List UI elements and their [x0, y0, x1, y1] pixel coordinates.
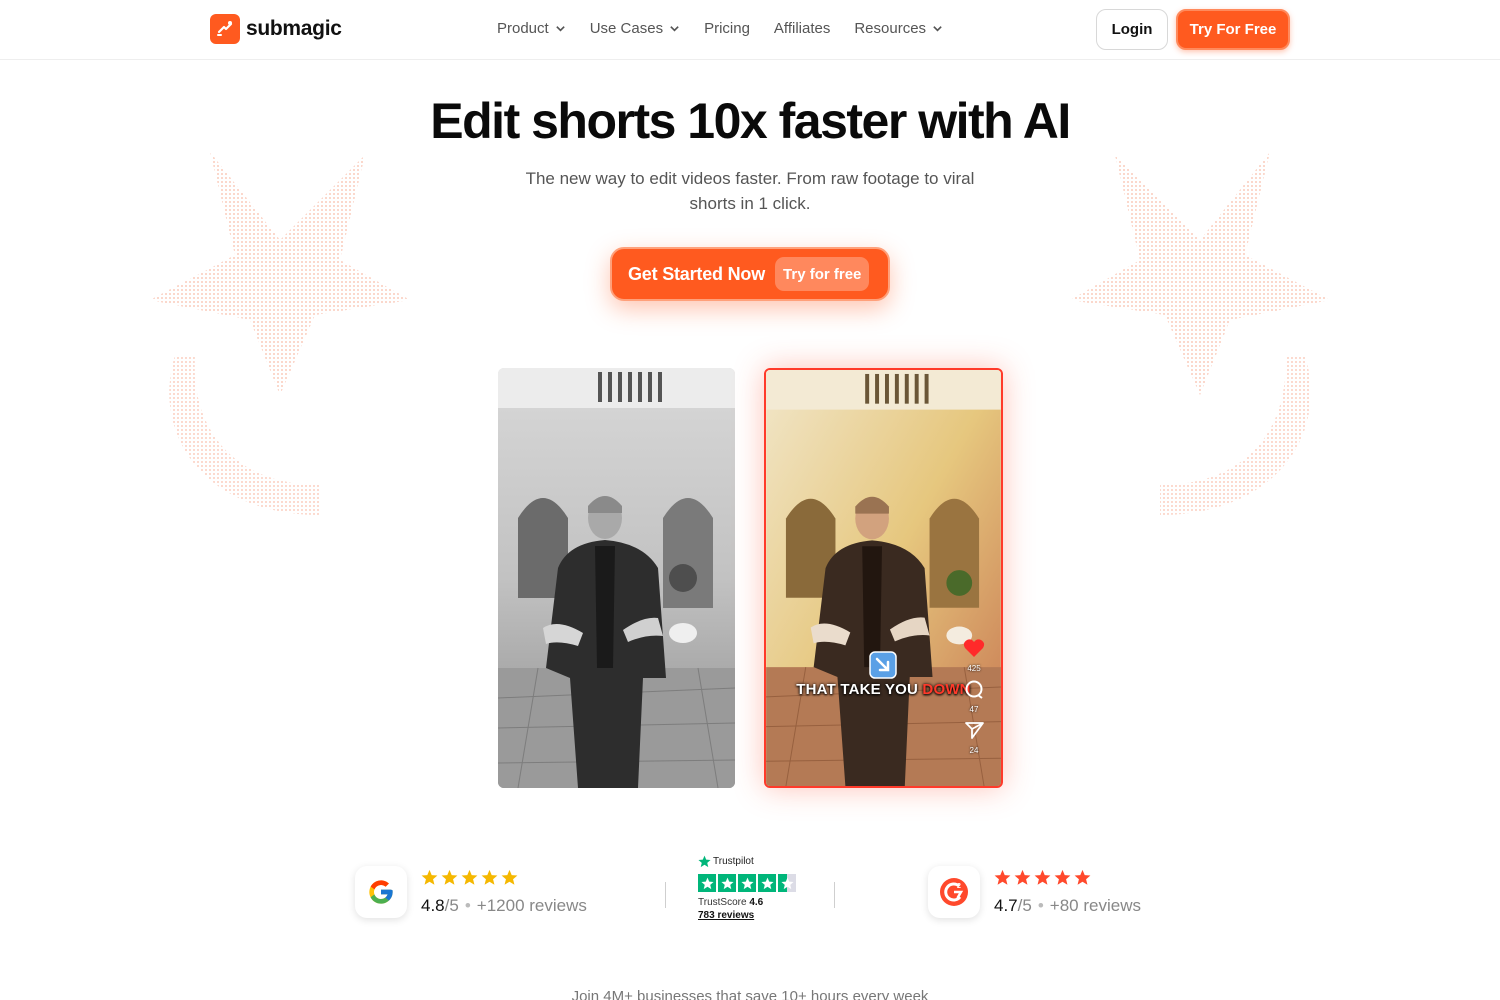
trustpilot-star-icon [698, 855, 711, 868]
edited-video-preview[interactable]: THAT TAKE YOU DOWN 425 47 24 [764, 368, 1003, 788]
top-navbar: submagic Product Use Cases Pricing Affil… [0, 0, 1500, 60]
hero-subtitle: The new way to edit videos faster. From … [525, 169, 975, 213]
nav-links: Product Use Cases Pricing Affiliates Res… [497, 20, 967, 37]
trust-score-label: TrustScore [698, 897, 747, 908]
google-rating-line: 4.8/5 • +1200 reviews [421, 895, 587, 915]
star-icon [760, 877, 774, 889]
chevron-down-icon [670, 26, 679, 32]
divider [834, 882, 835, 908]
g2-review-count: +80 reviews [1049, 895, 1141, 915]
heart-icon[interactable] [963, 638, 985, 658]
star-icon [501, 869, 518, 885]
star-icon [1014, 869, 1031, 885]
try-for-free-pill: Try for free [775, 257, 870, 291]
google-rating-stars [421, 869, 587, 887]
google-score: 4.8 [421, 895, 445, 915]
caption-main: THAT TAKE YOU [796, 681, 923, 698]
star-icon [1074, 869, 1091, 885]
nav-pricing[interactable]: Pricing [704, 20, 750, 37]
try-for-free-button[interactable]: Try For Free [1176, 9, 1290, 50]
submagic-logo-icon [210, 14, 240, 44]
raw-video-preview[interactable] [498, 368, 735, 788]
decorative-star-left [150, 152, 410, 515]
get-started-label: Get Started Now [628, 263, 766, 284]
g2-out-of: /5 [1017, 895, 1032, 915]
google-review-count: +1200 reviews [476, 895, 587, 915]
trustpilot-review-count[interactable]: 783 reviews [698, 910, 796, 921]
chevron-down-icon [933, 26, 942, 32]
star-icon [700, 877, 714, 889]
brand-logo[interactable]: submagic [210, 14, 342, 44]
chevron-down-icon [555, 26, 565, 32]
g2-rating-line: 4.7/5 • +80 reviews [994, 895, 1141, 915]
nav-use-cases[interactable]: Use Cases [590, 20, 680, 37]
nav-affiliates[interactable]: Affiliates [774, 20, 830, 37]
decorative-star-right [1070, 152, 1330, 515]
trustpilot-name: Trustpilot [713, 856, 754, 867]
nav-pricing-label: Pricing [704, 20, 750, 37]
trust-score: TrustScore 4.6 [698, 897, 796, 908]
trustpilot-stars [698, 874, 796, 892]
nav-use-cases-label: Use Cases [589, 20, 664, 37]
google-review: 4.8/5 • +1200 reviews [355, 866, 587, 918]
divider [665, 882, 666, 908]
arrow-emoji-icon [869, 651, 897, 679]
share-count: 24 [969, 746, 979, 755]
google-out-of: /5 [444, 895, 459, 915]
video-social-actions: 425 47 24 [963, 638, 985, 755]
brand-name: submagic [246, 17, 342, 40]
trust-score-value: 4.6 [749, 897, 764, 908]
nav-resources-label: Resources [854, 20, 927, 37]
nav-resources[interactable]: Resources [854, 20, 943, 37]
trustpilot-logo: Trustpilot [698, 855, 796, 868]
g2-icon: 2 [928, 866, 980, 918]
comment-count: 47 [969, 705, 979, 714]
svg-text:2: 2 [957, 883, 961, 890]
google-icon [355, 866, 407, 918]
star-icon [421, 869, 438, 885]
nav-product-label: Product [497, 20, 549, 37]
hero-title: Edit shorts 10x faster with AI [430, 93, 1071, 149]
star-icon [720, 877, 734, 889]
star-icon [1054, 869, 1071, 885]
like-count: 425 [967, 664, 981, 673]
trustpilot-review[interactable]: Trustpilot TrustScore 4.6 783 reviews [698, 855, 796, 921]
share-icon[interactable] [964, 720, 984, 740]
get-started-button[interactable]: Get Started Now Try for free [610, 247, 890, 301]
login-button[interactable]: Login [1096, 9, 1168, 50]
star-icon [481, 869, 498, 885]
star-icon [994, 869, 1011, 885]
half-star-icon [780, 877, 794, 889]
comment-icon[interactable] [964, 679, 984, 699]
raw-footage-image [498, 368, 735, 788]
nav-product[interactable]: Product [497, 20, 566, 37]
g2-rating-stars [994, 869, 1141, 887]
star-icon [1034, 869, 1051, 885]
nav-affiliates-label: Affiliates [773, 20, 831, 37]
g2-score: 4.7 [994, 895, 1018, 915]
social-proof-teaser: Join 4M+ businesses that save 10+ hours … [571, 988, 929, 1000]
star-icon [461, 869, 478, 885]
g2-review: 2 4.7/5 • +80 reviews [928, 866, 1141, 918]
star-icon [441, 869, 458, 885]
star-icon [740, 877, 754, 889]
